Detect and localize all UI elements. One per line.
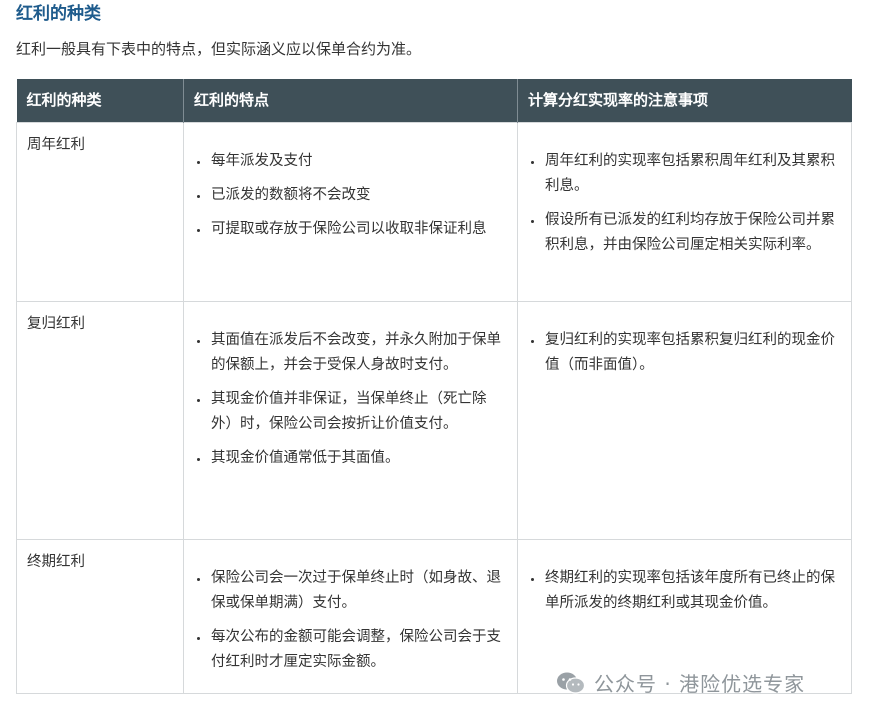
features-cell: 保险公司会一次过于保单终止时（如身故、退保或保单期满）支付。 每次公布的金额可能…: [183, 539, 518, 694]
notes-cell: 周年红利的实现率包括累积周年红利及其累积利息。 假设所有已派发的红利均存放于保险…: [517, 122, 852, 302]
list-item: 每年派发及支付: [210, 149, 507, 174]
list-item: 已派发的数额将不会改变: [210, 183, 507, 208]
watermark-text: 公众号 · 港险优选专家: [594, 672, 806, 696]
features-list: 保险公司会一次过于保单终止时（如身故、退保或保单期满）支付。 每次公布的金额可能…: [194, 566, 507, 675]
list-item: 假设所有已派发的红利均存放于保险公司并累积利息，并由保险公司厘定相关实际利率。: [544, 208, 841, 258]
list-item: 每次公布的金额可能会调整，保险公司会于支付红利时才厘定实际金额。: [210, 625, 507, 675]
features-cell: 其面值在派发后不会改变，并永久附加于保单的保额上，并会于受保人身故时支付。 其现…: [183, 301, 518, 540]
notes-list: 终期红利的实现率包括该年度所有已终止的保单所派发的终期红利或其现金价值。: [528, 566, 841, 616]
table-row: 复归红利 其面值在派发后不会改变，并永久附加于保单的保额上，并会于受保人身故时支…: [16, 301, 852, 540]
list-item: 可提取或存放于保险公司以收取非保证利息: [210, 217, 507, 242]
list-item: 保险公司会一次过于保单终止时（如身故、退保或保单期满）支付。: [210, 566, 507, 616]
notes-cell: 复归红利的实现率包括累积复归红利的现金价值（而非面值）。: [517, 301, 852, 540]
bonus-type-cell: 周年红利: [16, 122, 184, 302]
table-row: 周年红利 每年派发及支付 已派发的数额将不会改变 可提取或存放于保险公司以收取非…: [16, 122, 852, 302]
features-cell: 每年派发及支付 已派发的数额将不会改变 可提取或存放于保险公司以收取非保证利息: [183, 122, 518, 302]
watermark: 公众号 · 港险优选专家: [556, 668, 805, 697]
intro-text: 红利一般具有下表中的特点，但实际涵义应以保单合约为准。: [16, 40, 422, 58]
list-item: 其现金价值通常低于其面值。: [210, 446, 507, 471]
bonus-type-cell: 复归红利: [16, 301, 184, 540]
features-list: 每年派发及支付 已派发的数额将不会改变 可提取或存放于保险公司以收取非保证利息: [194, 149, 507, 242]
list-item: 终期红利的实现率包括该年度所有已终止的保单所派发的终期红利或其现金价值。: [544, 566, 841, 616]
list-item: 周年红利的实现率包括累积周年红利及其累积利息。: [544, 149, 841, 199]
notes-list: 周年红利的实现率包括累积周年红利及其累积利息。 假设所有已派发的红利均存放于保险…: [528, 149, 841, 258]
list-item: 其现金价值并非保证，当保单终止（死亡除外）时，保险公司会按折让价值支付。: [210, 387, 507, 437]
wechat-icon: [557, 672, 586, 694]
section-title: 红利的种类: [16, 4, 101, 24]
notes-list: 复归红利的实现率包括累积复归红利的现金价值（而非面值）。: [528, 328, 841, 378]
header-bonus-features: 红利的特点: [183, 79, 518, 123]
bonus-type-cell: 终期红利: [16, 539, 184, 694]
header-calculation-notes: 计算分红实现率的注意事项: [517, 79, 852, 123]
list-item: 其面值在派发后不会改变，并永久附加于保单的保额上，并会于受保人身故时支付。: [210, 328, 507, 378]
table-header: 红利的种类 红利的特点 计算分红实现率的注意事项: [16, 79, 852, 123]
header-bonus-type: 红利的种类: [16, 79, 184, 123]
bonus-table: 红利的种类 红利的特点 计算分红实现率的注意事项 周年红利 每年派发及支付 已派…: [16, 79, 852, 694]
list-item: 复归红利的实现率包括累积复归红利的现金价值（而非面值）。: [544, 328, 841, 378]
features-list: 其面值在派发后不会改变，并永久附加于保单的保额上，并会于受保人身故时支付。 其现…: [194, 328, 507, 471]
